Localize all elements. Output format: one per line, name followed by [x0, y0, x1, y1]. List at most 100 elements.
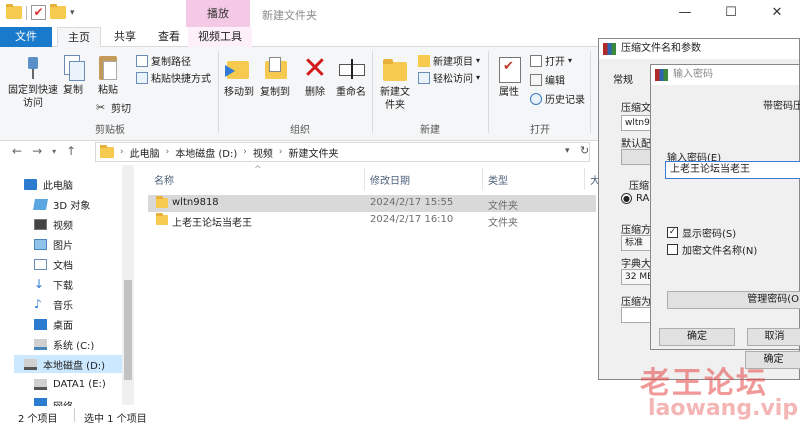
column-separator[interactable] [584, 168, 585, 190]
refresh-icon[interactable]: ↻ [580, 144, 589, 157]
address-bar[interactable]: › 此电脑 › 本地磁盘 (D:) › 视频 › 新建文件夹 [95, 142, 590, 162]
breadcrumb-this-pc[interactable]: 此电脑 [130, 145, 160, 160]
show-password-checkbox[interactable]: ✓ 显示密码(S) [667, 225, 736, 240]
minimize-button[interactable]: — [662, 0, 708, 27]
nav-item-label: 此电脑 [43, 180, 73, 192]
breadcrumb-chevron-icon: › [165, 147, 170, 157]
nav-item-3d-objects[interactable]: 3D 对象 [33, 195, 90, 213]
clipboard-group-label: 剪贴板 [95, 125, 125, 136]
3d-objects-icon [33, 198, 48, 210]
properties-check-icon[interactable]: ✔ [31, 5, 46, 20]
tab-home[interactable]: 主页 [57, 27, 101, 48]
tab-file[interactable]: 文件 [0, 27, 52, 47]
password-ok-button[interactable]: 确定 [659, 328, 735, 346]
dialog-title-bar: 压缩文件名和参数 [599, 39, 799, 59]
password-cancel-button[interactable]: 取消 [747, 328, 800, 346]
nav-item-music[interactable]: ♪ 音乐 [34, 295, 73, 313]
encrypt-filenames-checkbox[interactable]: 加密文件名称(N) [667, 242, 757, 257]
copy-button[interactable]: 复制 [60, 55, 86, 97]
maximize-button[interactable]: ☐ [708, 0, 754, 27]
pin-icon [22, 55, 44, 81]
tab-view[interactable]: 查看 [148, 27, 190, 47]
new-folder-icon[interactable] [50, 4, 66, 19]
address-dropdown-icon[interactable]: ▾ [565, 146, 570, 156]
delete-x-icon: ✕ [302, 51, 328, 86]
delete-label: 删除 [305, 87, 325, 98]
nav-item-downloads[interactable]: ↓ 下载 [34, 275, 73, 293]
dialog-title: 输入密码 [673, 69, 713, 80]
column-separator[interactable] [364, 168, 365, 190]
nav-item-pictures[interactable]: 图片 [34, 235, 73, 253]
copy-to-button[interactable]: 复制到 [258, 55, 292, 99]
nav-item-drive-d[interactable]: 本地磁盘 (D:) [14, 355, 122, 373]
nav-item-this-pc[interactable]: 此电脑 [24, 175, 73, 193]
title-bar: ✔ ▾ 播放 新建文件夹 — ☐ ✕ [0, 0, 800, 27]
rename-icon [337, 55, 365, 83]
nav-item-videos[interactable]: 视频 [34, 215, 73, 233]
cut-label: 剪切 [111, 104, 131, 115]
close-button[interactable]: ✕ [754, 0, 800, 27]
history-button[interactable]: 历史记录 [530, 91, 585, 106]
music-icon: ♪ [34, 296, 42, 311]
quick-access-toolbar: ✔ ▾ [6, 4, 75, 20]
breadcrumb-new-folder[interactable]: 新建文件夹 [289, 145, 339, 160]
recent-locations-icon[interactable]: ▾ [52, 144, 56, 158]
tab-general[interactable]: 常规 [613, 71, 633, 86]
column-name[interactable]: 名称 [154, 172, 174, 187]
copy-path-button[interactable]: 复制路径 [136, 53, 191, 68]
tab-video-tools[interactable]: 视频工具 [188, 27, 252, 47]
method-label: 压缩方 [621, 225, 651, 236]
delete-button[interactable]: ✕ 删除 [300, 51, 330, 99]
watermark-en: laowang.vip [648, 396, 799, 421]
separator [488, 51, 489, 133]
breadcrumb-drive-d[interactable]: 本地磁盘 (D:) [175, 145, 237, 160]
organize-group-label: 组织 [290, 125, 310, 136]
nav-item-drive-e[interactable]: DATA1 (E:) [34, 375, 106, 393]
file-row[interactable]: 上老王论坛当老王 2024/2/17 16:10 文件夹 [148, 212, 596, 229]
column-type[interactable]: 类型 [488, 172, 508, 187]
nav-item-label: 图片 [53, 240, 73, 252]
back-arrow-icon[interactable]: ← [12, 144, 22, 158]
new-folder-label: 新建文件夹 [380, 87, 410, 111]
manage-passwords-button[interactable]: 管理密码(O [667, 291, 800, 309]
easy-access-button[interactable]: 轻松访问 ▾ [418, 70, 480, 85]
nav-item-drive-c[interactable]: 系统 (C:) [34, 335, 94, 353]
file-row[interactable]: wltn9818 2024/2/17 15:55 文件夹 [148, 195, 596, 212]
nav-item-documents[interactable]: 文档 [34, 255, 73, 273]
paste-shortcut-button[interactable]: 粘贴快捷方式 [136, 70, 211, 85]
nav-scrollbar-thumb[interactable] [124, 280, 132, 380]
drive-icon [34, 378, 47, 390]
cut-button[interactable]: ✂ 剪切 [96, 100, 131, 115]
paste-button[interactable]: 粘贴 [94, 53, 122, 97]
column-date[interactable]: 修改日期 [370, 172, 410, 187]
archive-name-label: 压缩文 [621, 103, 651, 114]
file-date: 2024/2/17 15:55 [370, 197, 454, 208]
new-item-button[interactable]: 新建项目 ▾ [418, 53, 480, 68]
forward-arrow-icon[interactable]: → [32, 144, 42, 158]
chevron-down-icon: ▾ [476, 73, 481, 82]
customize-qat-icon[interactable]: ▾ [70, 8, 75, 18]
nav-scrollbar[interactable] [122, 165, 134, 405]
format-rar-radio[interactable]: ● RA [621, 193, 649, 204]
password-field[interactable]: 上老王论坛当老王 [665, 161, 800, 179]
properties-button[interactable]: 属性 [494, 55, 524, 99]
file-name: 上老王论坛当老王 [172, 218, 252, 229]
folder-icon [156, 213, 168, 225]
up-arrow-icon[interactable]: ↑ [66, 144, 76, 158]
nav-item-label: 系统 (C:) [53, 340, 95, 352]
rename-button[interactable]: 重命名 [334, 55, 368, 99]
easy-access-icon [418, 71, 430, 84]
breadcrumb-chevron-icon: › [120, 147, 124, 157]
password-header: 带密码压 [763, 101, 800, 112]
open-button[interactable]: 打开 ▾ [530, 53, 572, 68]
nav-item-desktop[interactable]: 桌面 [34, 315, 73, 333]
breadcrumb-videos[interactable]: 视频 [253, 145, 273, 160]
nav-item-label: 本地磁盘 (D:) [43, 360, 106, 372]
copy-label: 复制 [63, 85, 83, 96]
column-separator[interactable] [482, 168, 483, 190]
tab-share[interactable]: 共享 [104, 27, 146, 47]
move-to-button[interactable]: 移动到 [222, 55, 256, 99]
pin-quick-access-button[interactable]: 固定到快速访问 [8, 55, 58, 110]
edit-button[interactable]: 编辑 [530, 72, 565, 87]
new-folder-button[interactable]: 新建文件夹 [376, 55, 414, 112]
